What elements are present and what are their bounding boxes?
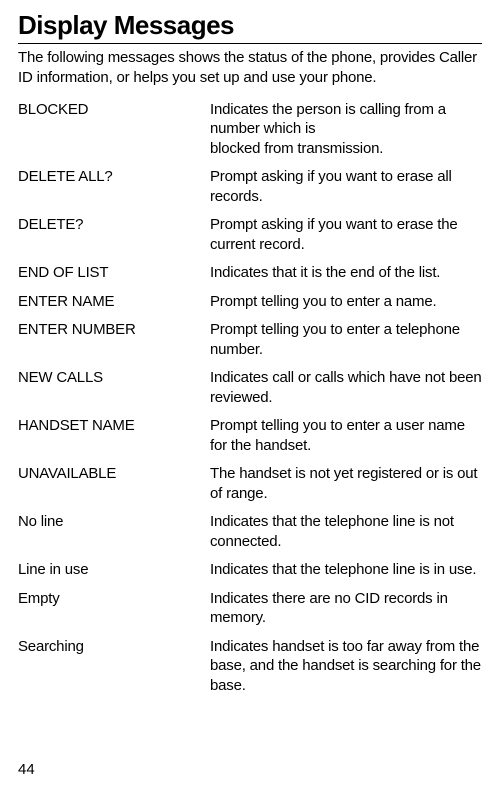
message-description: Prompt telling you to enter a name. — [210, 287, 482, 316]
table-row: NEW CALLSIndicates call or calls which h… — [18, 364, 482, 412]
message-description: Indicates that the telephone line is in … — [210, 556, 482, 585]
table-row: HANDSET NAMEPrompt telling you to enter … — [18, 412, 482, 460]
message-description: The handset is not yet registered or is … — [210, 460, 482, 508]
message-term: NEW CALLS — [18, 364, 210, 412]
message-description: Prompt asking if you want to erase all r… — [210, 163, 482, 211]
message-description: Indicates there are no CID records in me… — [210, 584, 482, 632]
intro-text: The following messages shows the status … — [18, 48, 482, 87]
message-term: Searching — [18, 632, 210, 700]
message-description: Indicates handset is too far away from t… — [210, 632, 482, 700]
message-term: HANDSET NAME — [18, 412, 210, 460]
page-number: 44 — [18, 761, 35, 778]
message-description: Prompt telling you to enter a user name … — [210, 412, 482, 460]
message-term: Empty — [18, 584, 210, 632]
table-row: DELETE ALL?Prompt asking if you want to … — [18, 163, 482, 211]
table-row: DELETE?Prompt asking if you want to eras… — [18, 211, 482, 259]
table-row: BLOCKEDIndicates the person is calling f… — [18, 95, 482, 163]
message-description: Prompt asking if you want to erase the c… — [210, 211, 482, 259]
table-row: UNAVAILABLEThe handset is not yet regist… — [18, 460, 482, 508]
table-row: ENTER NAMEPrompt telling you to enter a … — [18, 287, 482, 316]
message-term: ENTER NAME — [18, 287, 210, 316]
messages-table: BLOCKEDIndicates the person is calling f… — [18, 95, 482, 700]
message-term: Line in use — [18, 556, 210, 585]
message-term: DELETE? — [18, 211, 210, 259]
table-row: ENTER NUMBERPrompt telling you to enter … — [18, 316, 482, 364]
message-term: ENTER NUMBER — [18, 316, 210, 364]
message-description: Indicates that the telephone line is not… — [210, 508, 482, 556]
table-row: Line in useIndicates that the telephone … — [18, 556, 482, 585]
table-row: SearchingIndicates handset is too far aw… — [18, 632, 482, 700]
message-description: Indicates that it is the end of the list… — [210, 259, 482, 288]
message-term: DELETE ALL? — [18, 163, 210, 211]
table-row: EmptyIndicates there are no CID records … — [18, 584, 482, 632]
page-title: Display Messages — [18, 10, 482, 41]
message-description: Indicates call or calls which have not b… — [210, 364, 482, 412]
message-description: Prompt telling you to enter a telephone … — [210, 316, 482, 364]
message-term: BLOCKED — [18, 95, 210, 163]
message-term: END OF LIST — [18, 259, 210, 288]
message-description: Indicates the person is calling from a n… — [210, 95, 482, 163]
message-term: UNAVAILABLE — [18, 460, 210, 508]
table-row: No lineIndicates that the telephone line… — [18, 508, 482, 556]
title-divider — [18, 43, 482, 44]
table-row: END OF LISTIndicates that it is the end … — [18, 259, 482, 288]
message-term: No line — [18, 508, 210, 556]
